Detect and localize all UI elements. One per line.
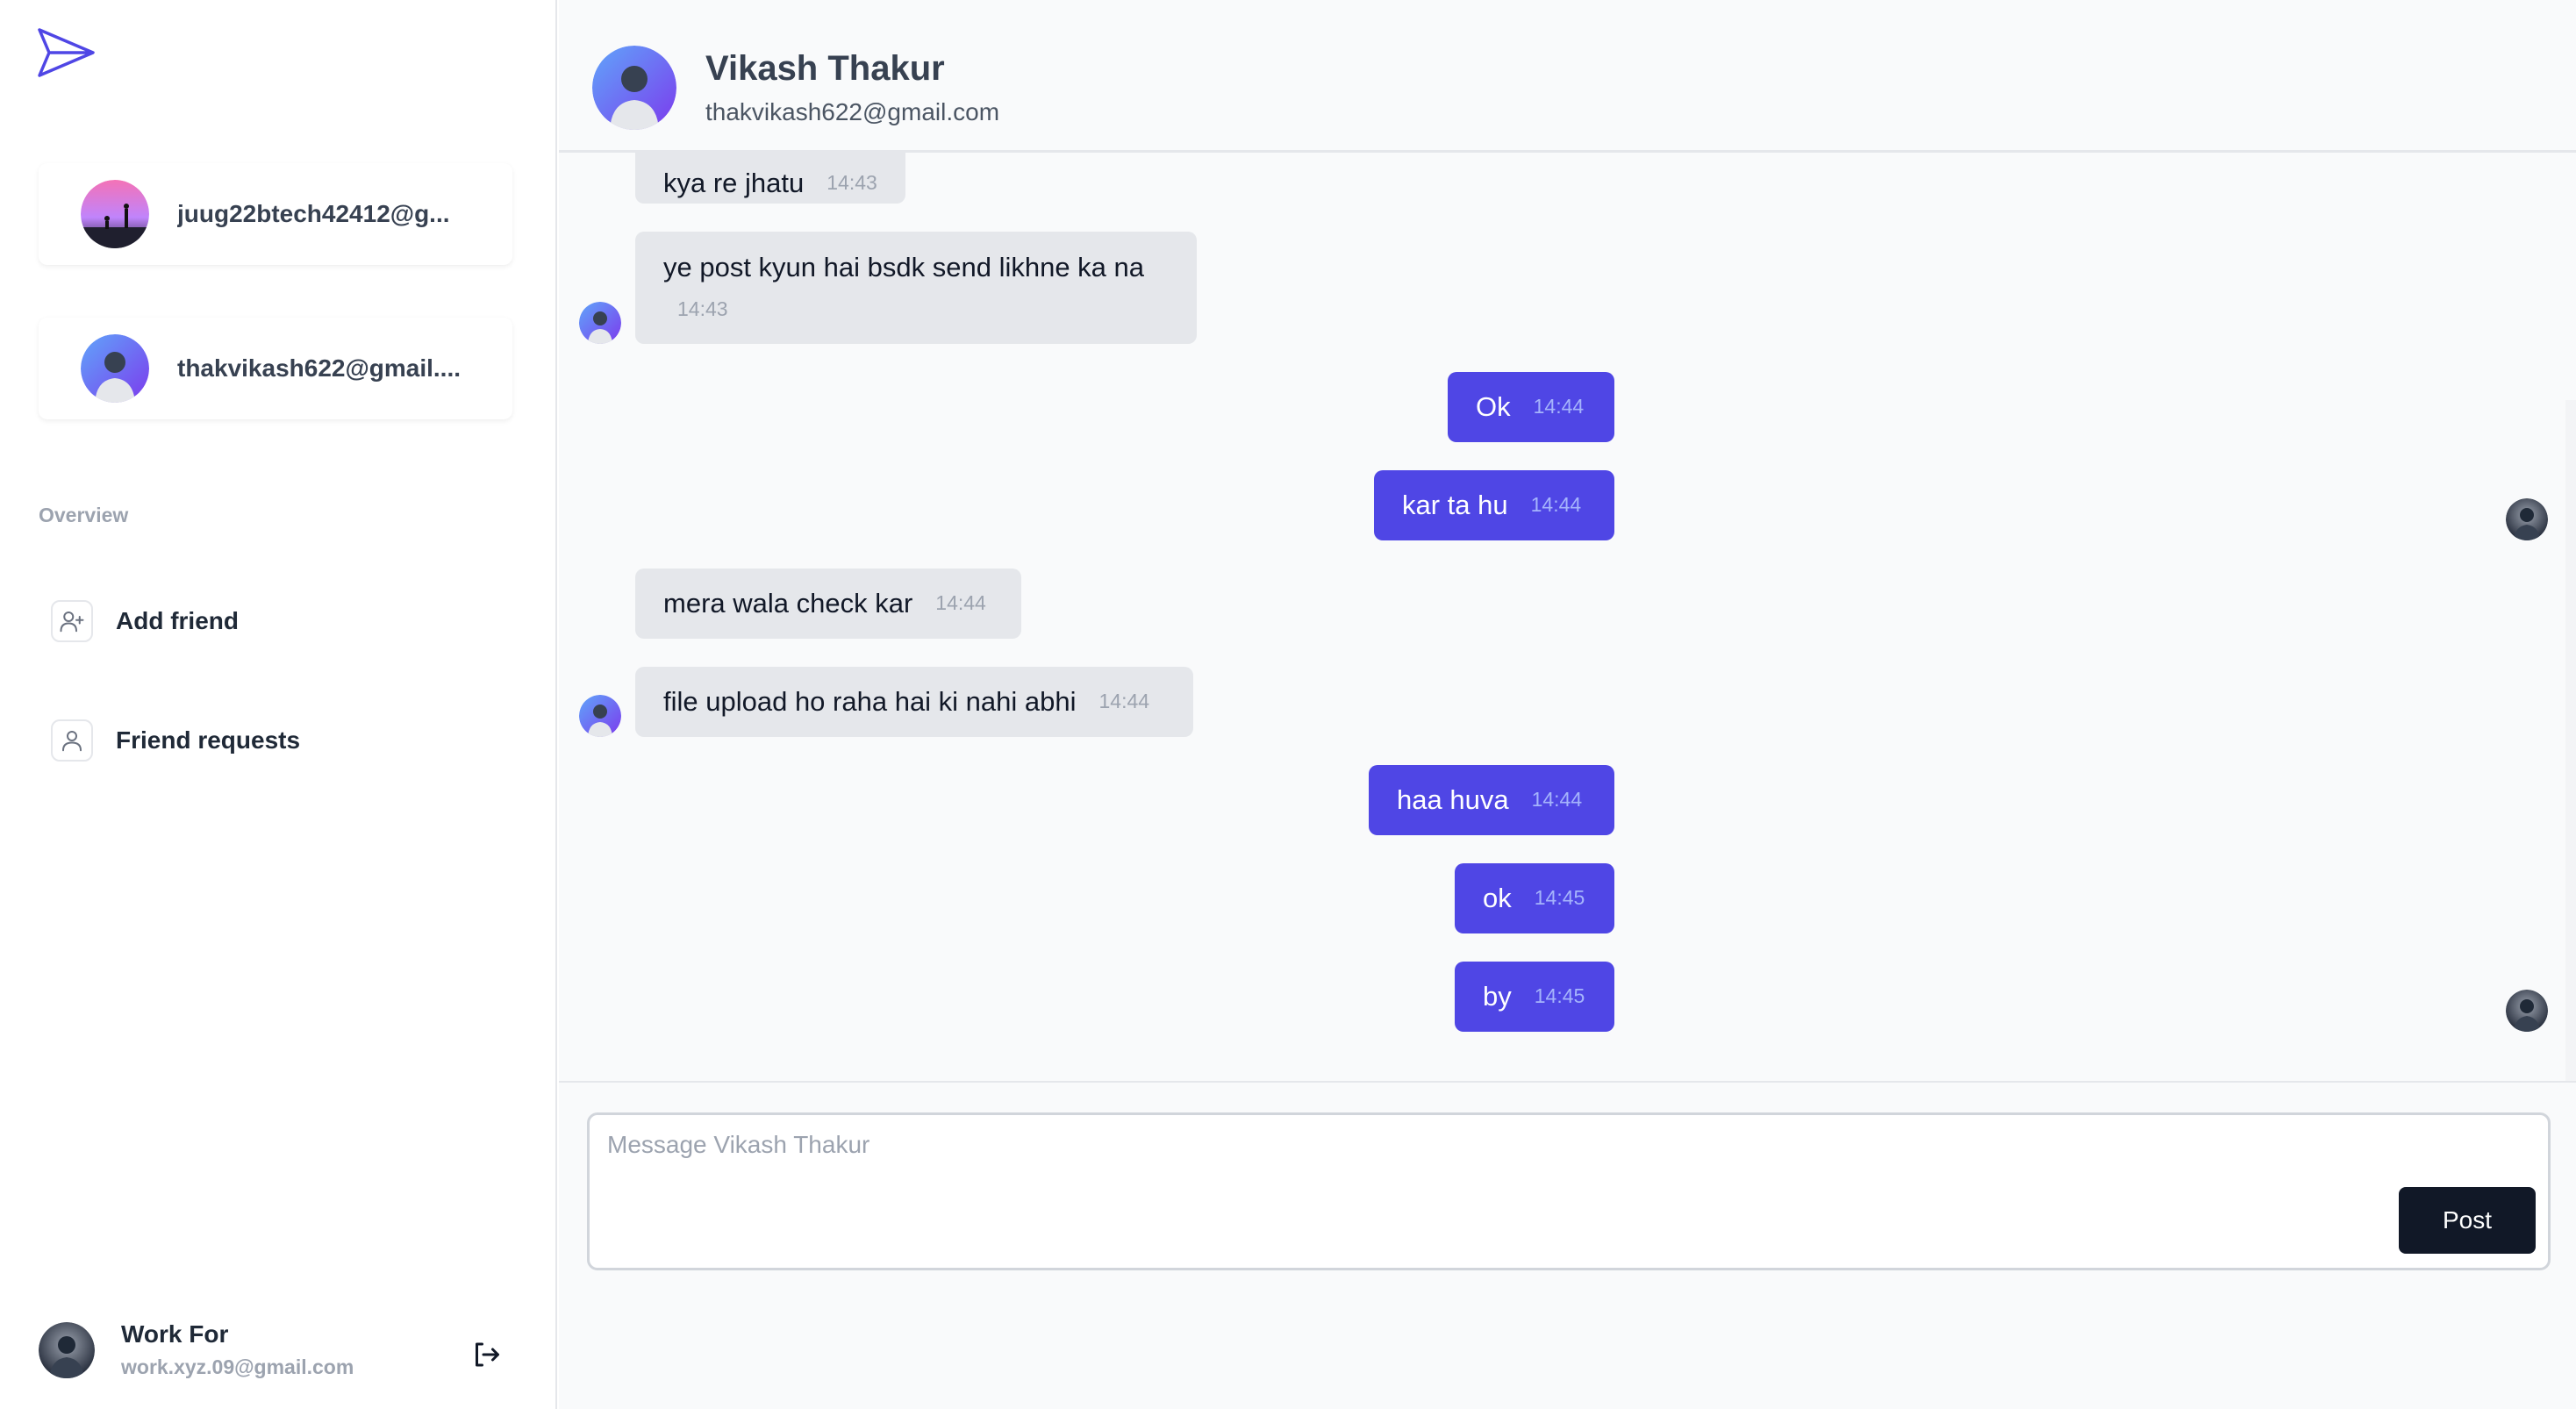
post-button[interactable]: Post (2399, 1187, 2536, 1254)
message-text: haa huva (1397, 784, 1509, 816)
message-scrollbar[interactable] (2565, 400, 2576, 1081)
message-time: 14:45 (1534, 984, 1585, 1008)
nav-label: Add friend (116, 607, 239, 634)
message-text: Ok (1476, 391, 1511, 423)
message-time: 14:44 (1098, 690, 1150, 713)
message-incoming: mera wala check kar 14:44 (635, 569, 1021, 639)
message-outgoing: Ok 14:44 (1448, 372, 1614, 442)
nav-label: Friend requests (116, 726, 301, 754)
sender-avatar (579, 302, 621, 344)
sidebar: juug22btech42412@g... thakvikash622@gmai… (0, 0, 557, 1409)
avatar (39, 1321, 95, 1378)
chat-item-label: thakvikash622@gmail.... (177, 354, 462, 382)
message-text: file upload ho raha hai ki nahi abhi (663, 686, 1077, 718)
message-text: kar ta hu (1402, 490, 1508, 521)
avatar (81, 180, 149, 248)
chat-item-juug22btech42412[interactable]: juug22btech42412@g... (39, 163, 512, 265)
message-time: 14:44 (1533, 395, 1585, 418)
message-time: 14:44 (1531, 788, 1583, 812)
profile-info: Work For work.xyz.09@gmail.com (121, 1320, 354, 1379)
message-text: mera wala check kar (663, 588, 913, 619)
message-time: 14:43 (677, 297, 728, 321)
chat-header: Vikash Thakur thakvikash622@gmail.com (559, 0, 2576, 153)
message-text: ok (1483, 883, 1512, 914)
avatar (81, 334, 149, 403)
user-icon (51, 719, 93, 762)
message-time: 14:44 (935, 591, 986, 615)
avatar (592, 46, 676, 130)
logout-icon[interactable] (470, 1339, 502, 1370)
nav-friend-requests[interactable]: Friend requests (51, 719, 300, 762)
profile-name: Work For (121, 1320, 229, 1348)
chat-partner-name: Vikash Thakur (705, 49, 945, 88)
message-outgoing: ok 14:45 (1455, 863, 1614, 933)
message-text: ye post kyun hai bsdk send likhne ka na (663, 252, 1145, 283)
message-time: 14:45 (1534, 886, 1585, 910)
profile-email: work.xyz.09@gmail.com (121, 1355, 354, 1378)
message-outgoing: kar ta hu 14:44 (1374, 470, 1614, 540)
message-text: by (1483, 981, 1512, 1012)
message-input[interactable] (607, 1131, 2362, 1236)
chat-main: kya re jhatu 14:43 ye post kyun hai bsdk… (559, 0, 2576, 1409)
section-label-overview: Overview (39, 504, 129, 526)
chat-item-label: juug22btech42412@g... (177, 200, 450, 227)
sender-avatar (2506, 990, 2548, 1032)
message-outgoing: haa huva 14:44 (1369, 765, 1614, 835)
nav-add-friend[interactable]: Add friend (51, 600, 239, 642)
message-list[interactable]: kya re jhatu 14:43 ye post kyun hai bsdk… (559, 0, 2576, 1081)
message-incoming: ye post kyun hai bsdk send likhne ka na … (635, 232, 1197, 344)
sender-avatar (2506, 498, 2548, 540)
message-time: 14:44 (1530, 493, 1582, 517)
chat-item-thakvikash622[interactable]: thakvikash622@gmail.... (39, 318, 512, 419)
message-composer: Post (587, 1112, 2551, 1270)
user-plus-icon (51, 600, 93, 642)
message-text: kya re jhatu (663, 168, 805, 199)
sender-avatar (579, 695, 621, 737)
composer-area: Post (559, 1081, 2576, 1409)
send-logo-icon[interactable] (37, 26, 97, 79)
message-outgoing: by 14:45 (1455, 962, 1614, 1032)
current-user-profile: Work For work.xyz.09@gmail.com (39, 1320, 354, 1379)
message-incoming: file upload ho raha hai ki nahi abhi 14:… (635, 667, 1193, 737)
message-time: 14:43 (826, 171, 877, 195)
chat-partner-email: thakvikash622@gmail.com (705, 98, 1000, 125)
